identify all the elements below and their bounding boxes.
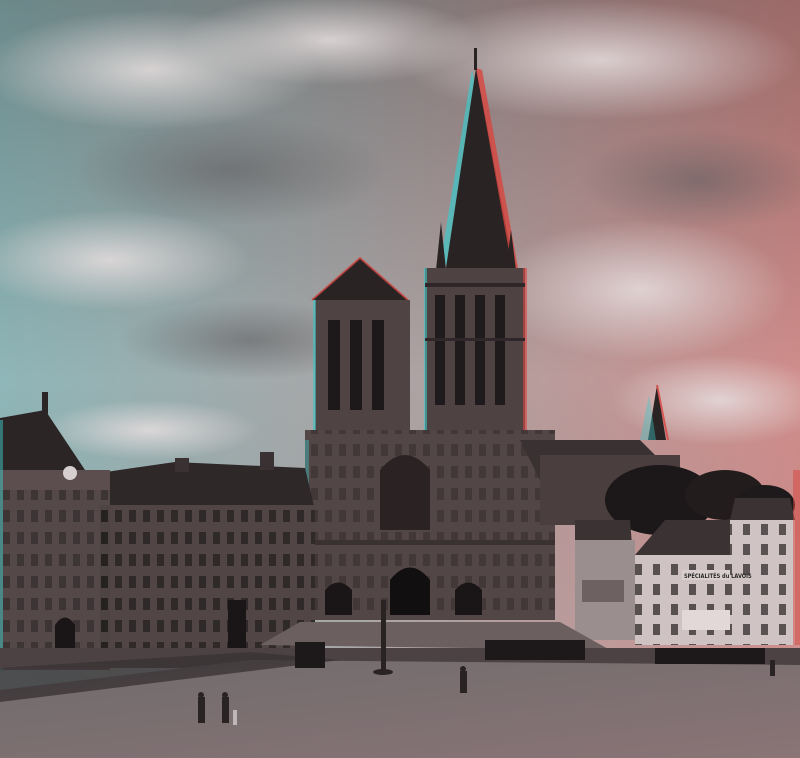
clock-face [63, 466, 77, 480]
cathedral-central-portal [390, 567, 430, 615]
cathedral-square-photo [0, 0, 800, 758]
parked-cars [485, 640, 585, 660]
shopfront-sign: SPÉCIALITÉS du LAVOIS [684, 573, 752, 580]
lamp-post [381, 600, 386, 670]
